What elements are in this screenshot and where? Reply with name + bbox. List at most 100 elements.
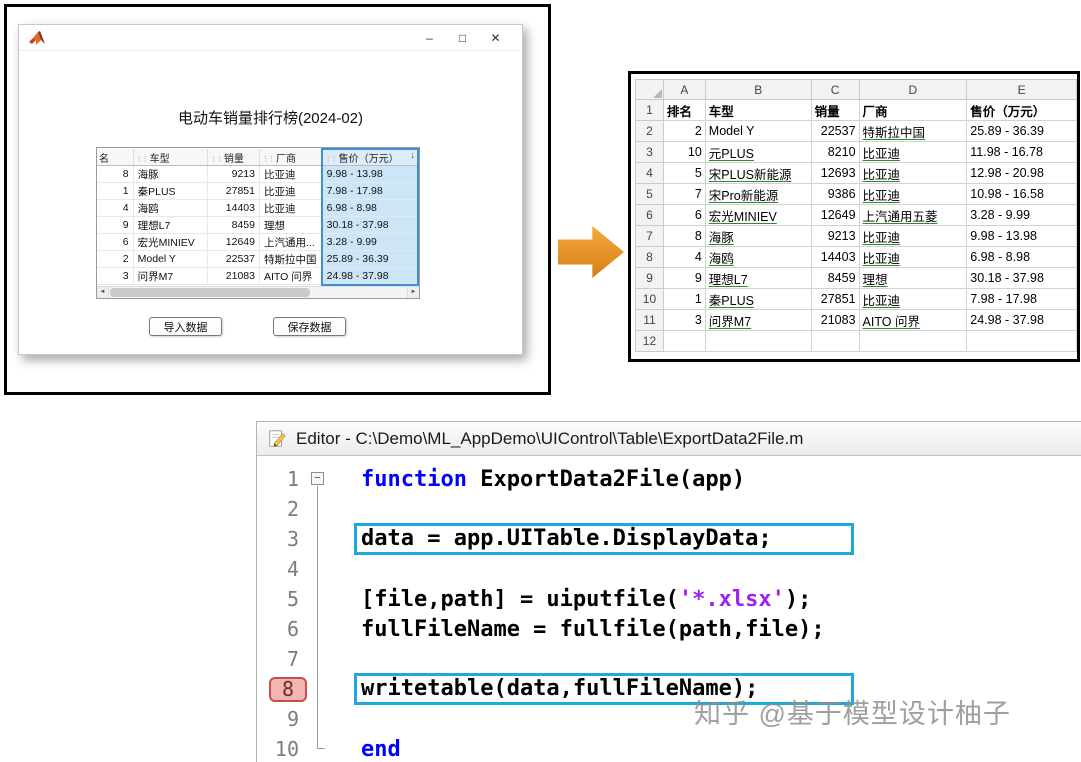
excel-column-header[interactable]: D [859,80,967,100]
excel-cell[interactable]: 22537 [811,121,859,142]
line-number[interactable]: 3 [257,527,307,551]
excel-cell[interactable]: Model Y [705,121,811,142]
excel-row-header[interactable]: 5 [636,184,664,205]
excel-cell[interactable]: 30.18 - 37.98 [967,268,1077,289]
uitable-cell[interactable]: 问界M7 [133,268,207,285]
excel-row-header[interactable]: 2 [636,121,664,142]
uitable-column-header[interactable]: ⋮⋮售价（万元）↓ [322,149,418,166]
excel-row-header[interactable]: 1 [636,100,664,121]
uitable-column-header[interactable]: 名 [97,149,133,166]
import-data-button[interactable]: 导入数据 [149,317,222,336]
uitable-column-header[interactable]: ⋮⋮销量 [207,149,259,166]
line-number[interactable]: 1 [257,467,307,491]
excel-cell[interactable]: 12.98 - 20.98 [967,163,1077,184]
scroll-left-icon[interactable]: ◄ [97,287,109,298]
close-button[interactable]: ✕ [479,31,512,45]
excel-cell[interactable]: 厂商 [859,100,967,121]
excel-cell[interactable]: 宋Pro新能源 [705,184,811,205]
excel-cell[interactable]: 理想L7 [705,268,811,289]
save-data-button[interactable]: 保存数据 [273,317,346,336]
excel-cell[interactable]: 10 [663,142,705,163]
excel-cell[interactable]: 秦PLUS [705,289,811,310]
line-number[interactable]: 6 [257,617,307,641]
excel-cell[interactable]: 10.98 - 16.58 [967,184,1077,205]
excel-cell[interactable]: 9386 [811,184,859,205]
excel-cell[interactable]: 21083 [811,310,859,331]
excel-cell[interactable]: 3.28 - 9.99 [967,205,1077,226]
uitable-cell[interactable]: 4 [97,200,133,217]
maximize-button[interactable]: □ [446,31,479,45]
excel-cell[interactable]: 海豚 [705,226,811,247]
uitable-column-header[interactable]: ⋮⋮车型 [133,149,207,166]
uitable-cell[interactable]: 22537 [207,251,259,268]
uitable-cell[interactable]: 8 [97,166,133,183]
line-number[interactable]: 10 [257,737,307,761]
excel-cell[interactable]: 宏光MINIEV [705,205,811,226]
line-number[interactable]: 8 [269,677,307,702]
excel-cell[interactable]: 理想 [859,268,967,289]
uitable-cell[interactable]: 27851 [207,183,259,200]
excel-cell[interactable]: 12649 [811,205,859,226]
uitable-cell[interactable]: 9.98 - 13.98 [322,166,418,183]
excel-cell[interactable]: 6 [663,205,705,226]
uitable-cell[interactable]: 6.98 - 8.98 [322,200,418,217]
excel-cell[interactable]: 比亚迪 [859,289,967,310]
uitable-cell[interactable]: 30.18 - 37.98 [322,217,418,234]
excel-row-header[interactable]: 4 [636,163,664,184]
uitable-cell[interactable]: 3 [97,268,133,285]
excel-column-header[interactable]: B [705,80,811,100]
excel-cell[interactable]: 特斯拉中国 [859,121,967,142]
line-number[interactable]: 2 [257,497,307,521]
excel-row-header[interactable]: 9 [636,268,664,289]
excel-cell[interactable] [663,331,705,352]
excel-cell[interactable]: 7.98 - 17.98 [967,289,1077,310]
excel-cell[interactable]: 比亚迪 [859,184,967,205]
excel-cell[interactable]: 比亚迪 [859,163,967,184]
uitable-cell[interactable]: 上汽通用... [259,234,321,251]
excel-cell[interactable]: 3 [663,310,705,331]
excel-row-header[interactable]: 8 [636,247,664,268]
line-number[interactable]: 7 [257,647,307,671]
uitable-cell[interactable]: 8459 [207,217,259,234]
line-number[interactable]: 5 [257,587,307,611]
uitable-cell[interactable]: 理想 [259,217,321,234]
uitable-cell[interactable]: 9 [97,217,133,234]
excel-cell[interactable]: 12693 [811,163,859,184]
uitable-cell[interactable]: 12649 [207,234,259,251]
excel-cell[interactable]: 比亚迪 [859,226,967,247]
excel-cell[interactable]: 4 [663,247,705,268]
uitable-cell[interactable]: 2 [97,251,133,268]
excel-cell[interactable] [967,331,1077,352]
uitable-cell[interactable]: 25.89 - 36.39 [322,251,418,268]
excel-cell[interactable]: 海鸥 [705,247,811,268]
scrollbar-thumb[interactable] [110,288,310,297]
excel-cell[interactable] [811,331,859,352]
excel-row-header[interactable]: 3 [636,142,664,163]
excel-column-header[interactable]: C [811,80,859,100]
excel-row-header[interactable]: 10 [636,289,664,310]
uitable-cell[interactable]: 海鸥 [133,200,207,217]
excel-cell[interactable]: 7 [663,184,705,205]
code-text[interactable]: [file,path] = uiputfile('*.xlsx'); [361,587,811,612]
excel-cell[interactable]: 2 [663,121,705,142]
excel-cell[interactable]: 排名 [663,100,705,121]
excel-column-header[interactable]: A [663,80,705,100]
uitable-cell[interactable]: 海豚 [133,166,207,183]
select-all-corner[interactable] [636,80,664,100]
excel-cell[interactable]: 5 [663,163,705,184]
excel-cell[interactable]: 1 [663,289,705,310]
uitable-cell[interactable]: AITO 问界 [259,268,321,285]
uitable-cell[interactable]: 理想L7 [133,217,207,234]
excel-cell[interactable]: 11.98 - 16.78 [967,142,1077,163]
uitable-column-header[interactable]: ⋮⋮厂商 [259,149,321,166]
excel-cell[interactable]: 6.98 - 8.98 [967,247,1077,268]
uitable-cell[interactable]: 1 [97,183,133,200]
fold-collapse-icon[interactable]: − [311,472,324,485]
excel-cell[interactable]: 上汽通用五菱 [859,205,967,226]
excel-cell[interactable]: 宋PLUS新能源 [705,163,811,184]
excel-cell[interactable]: 售价（万元） [967,100,1077,121]
excel-cell[interactable]: 问界M7 [705,310,811,331]
minimize-button[interactable]: – [413,31,446,45]
excel-cell[interactable]: 8210 [811,142,859,163]
excel-cell[interactable]: 9213 [811,226,859,247]
